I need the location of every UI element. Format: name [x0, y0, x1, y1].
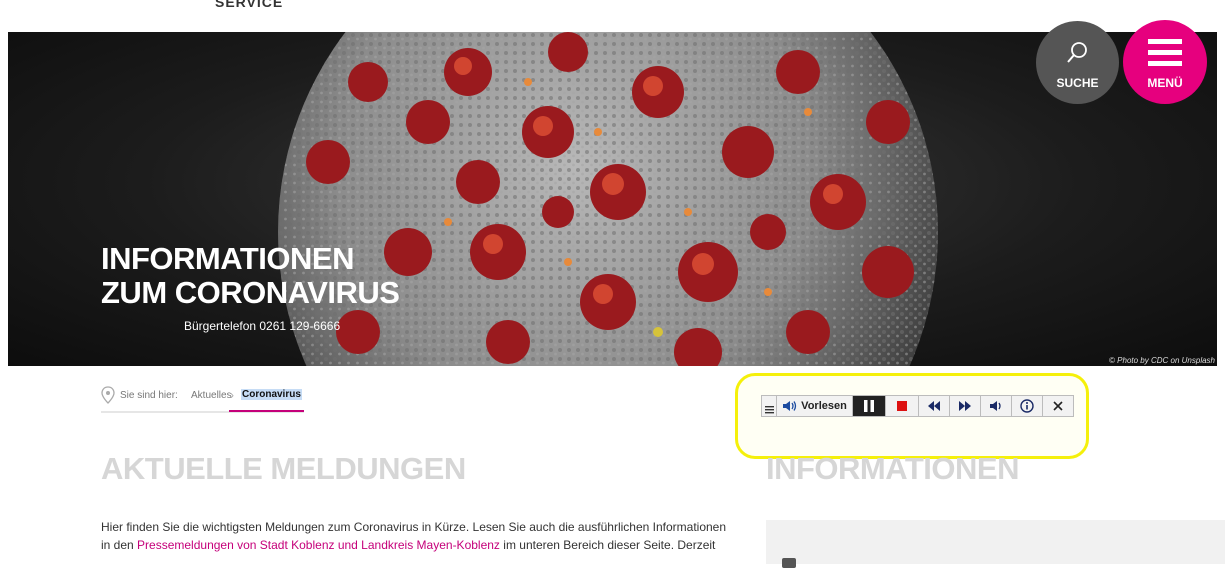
hero-phone: Bürgertelefon 0261 129-6666 [184, 319, 341, 333]
intro-line-2-suffix: im unteren Bereich dieser Seite. Derzeit [499, 538, 716, 552]
vorlesen-button[interactable]: Vorlesen [776, 396, 852, 416]
menu-label: MENÜ [1147, 76, 1183, 90]
hero-title: INFORMATIONEN ZUM CORONAVIRUS [101, 241, 400, 310]
breadcrumb-active-underline [229, 410, 304, 412]
search-button[interactable]: SUCHE [1036, 21, 1119, 104]
info-heading: INFORMATIONEN [766, 451, 1019, 486]
hero-title-line-1: INFORMATIONEN [101, 241, 354, 276]
photo-credit: © Photo by CDC on Unsplash [1109, 356, 1215, 365]
top-strip: SERVICE [0, 0, 1225, 32]
close-button[interactable] [1042, 396, 1073, 416]
intro-line-2: in den Pressemeldungen von Stadt Koblenz… [101, 536, 746, 554]
info-sidebar-box [766, 520, 1225, 568]
stop-button[interactable] [885, 396, 918, 416]
breadcrumb-prefix: Sie sind hier: [120, 390, 178, 401]
hero-title-line-2: ZUM CORONAVIRUS [101, 275, 400, 310]
breadcrumb-item-current: Coronavirus [241, 389, 302, 400]
fast-forward-button[interactable] [949, 396, 980, 416]
close-icon [1053, 401, 1063, 411]
sidebar-box-icon [782, 558, 796, 568]
volume-button[interactable] [980, 396, 1011, 416]
search-label: SUCHE [1056, 76, 1099, 90]
pause-button[interactable] [852, 396, 885, 416]
pause-icon [864, 400, 874, 412]
rewind-button[interactable] [918, 396, 949, 416]
menu-icon [764, 405, 774, 413]
vorlesen-label: Vorlesen [801, 400, 847, 412]
top-nav-cut-text: SERVICE [215, 0, 284, 10]
menu-button[interactable]: MENÜ [1123, 20, 1207, 104]
read-speaker-toolbar: Vorlesen [761, 395, 1074, 417]
info-icon [1020, 399, 1034, 413]
breadcrumb: Sie sind hier: Aktuelles › Coronavirus [101, 386, 304, 413]
press-releases-link[interactable]: Pressemeldungen von Stadt Koblenz und La… [137, 538, 500, 552]
volume-icon [990, 401, 1001, 411]
intro-line-1: Hier finden Sie die wichtigsten Meldunge… [101, 520, 727, 534]
search-icon [1067, 42, 1087, 63]
info-button[interactable] [1011, 396, 1042, 416]
speaker-icon [783, 401, 797, 411]
fast-forward-icon [959, 401, 971, 411]
intro-line-2-prefix: in den [101, 538, 138, 552]
reader-menu-button[interactable] [762, 396, 776, 416]
intro-paragraph: Hier finden Sie die wichtigsten Meldunge… [101, 518, 746, 554]
location-pin-icon [101, 386, 115, 404]
breadcrumb-item-aktuelles[interactable]: Aktuelles [191, 390, 232, 401]
rewind-icon [928, 401, 940, 411]
hamburger-icon [1148, 39, 1182, 66]
stop-icon [897, 401, 907, 411]
news-heading: AKTUELLE MELDUNGEN [101, 451, 466, 486]
breadcrumb-separator-icon: › [230, 388, 234, 402]
